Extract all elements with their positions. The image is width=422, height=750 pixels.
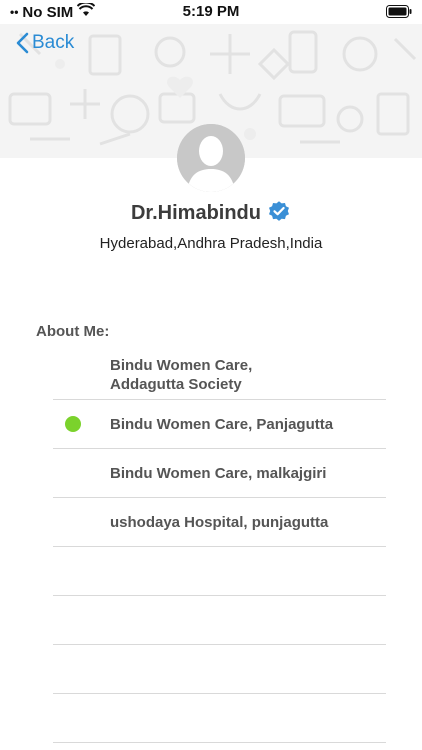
hospital-name: Bindu Women Care, Addagutta Society (110, 356, 252, 394)
hospital-item[interactable]: Bindu Women Care, Addagutta Society (53, 351, 386, 400)
hospital-name-line2: Addagutta Society (110, 376, 242, 393)
back-button[interactable]: Back (16, 32, 74, 54)
battery-icon (386, 5, 412, 22)
hospital-item[interactable]: Bindu Women Care, malkajgiri (53, 449, 386, 498)
hospital-list: Bindu Women Care, Addagutta Society Bind… (53, 351, 386, 743)
status-bar: •• No SIM 5:19 PM (0, 0, 422, 24)
hospital-item[interactable]: Bindu Women Care, Panjagutta (53, 400, 386, 449)
doctor-location: Hyderabad,Andhra Pradesh,India (99, 235, 323, 252)
chevron-left-icon (16, 32, 29, 54)
hospital-name: Bindu Women Care, Panjagutta (110, 415, 334, 433)
active-status-dot-icon (65, 416, 81, 432)
doctor-name-row: Dr.Himabindu (0, 199, 422, 228)
user-placeholder-icon (177, 124, 245, 192)
back-label: Back (32, 32, 75, 53)
verified-badge-icon (267, 199, 291, 228)
empty-row (53, 694, 386, 743)
hospital-name: Bindu Women Care, malkajgiri (110, 464, 327, 482)
about-me-label: About Me: (36, 323, 110, 340)
hospital-name: ushodaya Hospital, punjagutta (110, 513, 329, 531)
doctor-name: Dr.Himabindu (130, 202, 261, 224)
hospital-item[interactable]: ushodaya Hospital, punjagutta (53, 498, 386, 547)
hospital-name-line1: Bindu Women Care, (110, 357, 253, 374)
clock: 5:19 PM (182, 3, 240, 20)
empty-row (53, 645, 386, 694)
empty-row (53, 547, 386, 596)
avatar (177, 124, 245, 192)
empty-row (53, 596, 386, 645)
